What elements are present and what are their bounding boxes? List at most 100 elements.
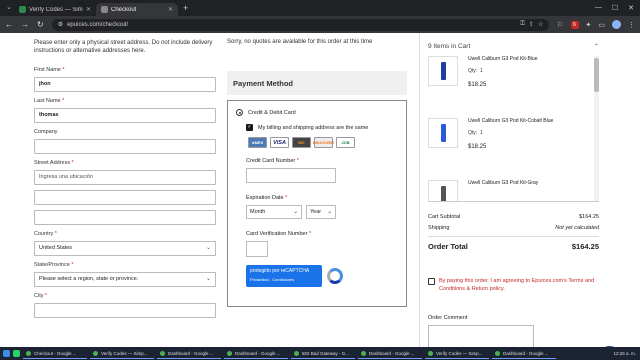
visa-card-icon: VISA xyxy=(270,137,289,148)
month-value: Month xyxy=(250,209,266,215)
close-tab-icon[interactable]: ✕ xyxy=(86,6,91,13)
year-value: Year xyxy=(310,209,322,215)
minimize-icon[interactable]: — xyxy=(595,4,602,12)
checkout-page: Please enter only a physical street addr… xyxy=(0,33,640,347)
recaptcha-privacy-links[interactable]: Privacidad - Condiciones xyxy=(250,277,318,282)
product-thumbnail xyxy=(428,180,458,201)
taskbar-task[interactable]: Dashboard - Google ... xyxy=(224,348,288,359)
tab-verify-codes[interactable]: Verify Codes — SimplyCodes ✕ xyxy=(14,3,96,16)
close-tab-icon[interactable]: ✕ xyxy=(168,6,173,13)
menu-icon[interactable]: ⋮ xyxy=(628,21,635,29)
site-info-icon[interactable]: ⚙ xyxy=(58,21,63,28)
order-comment-label: Order Comment xyxy=(428,315,468,321)
taskbar-task[interactable]: Verify Codes — Simp... xyxy=(90,348,154,359)
extension-icon[interactable]: ⚐ xyxy=(557,21,563,29)
close-window-icon[interactable]: ✕ xyxy=(628,4,634,12)
cart-item: Uwell Caliburn G3 Pod Kit-Cobalt Blue Qt… xyxy=(428,118,599,180)
url-text: epuices.com/checkout/ xyxy=(67,21,129,28)
pod-kit-image xyxy=(440,124,446,142)
cart-item-info: Uwell Caliburn G3 Pod Kit-Blue Qty: 1 $1… xyxy=(468,56,537,118)
extension-badge-icon[interactable]: 6 xyxy=(570,20,579,29)
chrome-icon xyxy=(495,350,500,356)
extensions-area: ⚐ 6 ✦ ▭ ⋮ xyxy=(557,20,635,29)
year-select[interactable]: Year ⌄ xyxy=(306,205,336,219)
taskbar-task[interactable]: Checkout - Google ... xyxy=(23,348,87,359)
company-input[interactable] xyxy=(34,139,216,154)
state-select[interactable]: Please select a region, state or provinc… xyxy=(34,272,216,287)
taskbar-task[interactable]: Dashboard - Google ... xyxy=(358,348,422,359)
taskbar-task[interactable]: Dashboard - Google ... xyxy=(157,348,221,359)
mastercard-card-icon: MC xyxy=(292,137,311,148)
last-name-field-group: Last Name * thomas xyxy=(34,98,216,123)
first-name-input[interactable]: jhon xyxy=(34,77,216,92)
tab-title: Verify Codes — SimplyCodes xyxy=(29,6,83,13)
cart-scrollbar[interactable] xyxy=(594,56,599,201)
cc-number-label: Credit Card Number * xyxy=(246,158,299,164)
tab-title: Checkout xyxy=(111,6,137,13)
address-instructions: Please enter only a physical street addr… xyxy=(34,40,213,54)
chevron-down-icon: ⌄ xyxy=(327,209,332,215)
chevron-up-icon[interactable]: ⌃ xyxy=(594,43,599,50)
recaptcha-text-box[interactable]: protegido por reCAPTCHA Privacidad - Con… xyxy=(246,265,322,287)
tab-search-icon[interactable]: ⌄ xyxy=(4,3,14,13)
chrome-icon xyxy=(428,350,433,356)
product-name: Uwell Caliburn G3 Pod Kit-Cobalt Blue xyxy=(468,118,554,124)
share-icon[interactable]: ⇪ xyxy=(529,21,534,28)
radio-selected-icon[interactable] xyxy=(236,109,243,116)
street-address-line1-input[interactable]: Ingresa una ubicación xyxy=(34,170,216,185)
product-name: Uwell Caliburn G3 Pod Kit-Gray xyxy=(468,180,539,186)
puzzle-icon[interactable]: ✦ xyxy=(586,21,592,29)
taskbar-clock[interactable]: 12:26 a. m. xyxy=(613,351,640,356)
checkbox-checked-icon[interactable]: ✓ xyxy=(246,124,253,131)
credit-card-radio-option[interactable]: Credit & Debit Card xyxy=(236,109,398,116)
tab-checkout[interactable]: Checkout ✕ xyxy=(96,3,178,16)
terms-checkbox[interactable] xyxy=(428,278,435,285)
state-field-group: State/Province * Please select a region,… xyxy=(34,262,216,287)
chevron-down-icon: ⌄ xyxy=(205,245,211,251)
payment-method-heading: Payment Method xyxy=(227,71,407,95)
taskbar-task[interactable]: Verify Codes — Simp... xyxy=(425,348,489,359)
key-icon[interactable]: ⚿ xyxy=(520,21,525,28)
chrome-icon xyxy=(26,350,31,356)
window-controls: — ☐ ✕ xyxy=(595,4,640,12)
whatsapp-icon[interactable] xyxy=(13,350,20,357)
amex-card-icon: AMEX xyxy=(248,137,267,148)
city-input[interactable] xyxy=(34,303,216,318)
maximize-icon[interactable]: ☐ xyxy=(612,4,618,12)
last-name-input[interactable]: thomas xyxy=(34,108,216,123)
page-favicon-icon xyxy=(101,6,108,13)
recaptcha-badge[interactable]: protegido por reCAPTCHA Privacidad - Con… xyxy=(246,265,398,287)
cc-number-input[interactable] xyxy=(246,168,336,183)
cart-item-info: Uwell Caliburn G3 Pod Kit-Cobalt Blue Qt… xyxy=(468,118,553,180)
new-tab-button[interactable]: + xyxy=(183,3,188,13)
terms-agreement[interactable]: By paying this order, I am agreeing to E… xyxy=(428,277,599,293)
street-address-line3-input[interactable] xyxy=(34,210,216,225)
street-field-group: Street Address * Ingresa una ubicación xyxy=(34,160,216,225)
cart-scrollbar-thumb[interactable] xyxy=(594,58,599,92)
cvv-input[interactable] xyxy=(246,241,268,257)
back-icon[interactable]: ← xyxy=(5,20,13,29)
taskbar-task[interactable]: Dashboard - Google ... xyxy=(492,348,556,359)
address-bar[interactable]: ⚙ epuices.com/checkout/ ⚿ ⇪ ☆ xyxy=(51,18,550,31)
shipping-no-quotes-message: Sorry, no quotes are available for this … xyxy=(227,39,373,45)
accepted-cards: AMEX VISA MC DISCOVER JCB xyxy=(248,137,398,148)
country-label: Country * xyxy=(34,231,57,237)
reload-icon[interactable]: ↻ xyxy=(37,20,44,29)
forward-icon[interactable]: → xyxy=(21,20,29,29)
terms-text: By paying this order, I am agreeing to E… xyxy=(439,278,595,292)
taskbar-task[interactable]: 502 Bad Gateway - G... xyxy=(291,348,355,359)
same-address-label: My billing and shipping address are the … xyxy=(258,124,369,131)
month-select[interactable]: Month ⌄ xyxy=(246,205,302,219)
sidebar-icon[interactable]: ▭ xyxy=(598,21,605,29)
same-address-checkbox-row[interactable]: ✓ My billing and shipping address are th… xyxy=(246,124,398,131)
simplycodes-favicon-icon xyxy=(19,6,26,13)
pod-kit-image xyxy=(440,186,446,201)
bookmark-star-icon[interactable]: ☆ xyxy=(538,21,543,28)
start-icon[interactable] xyxy=(3,350,10,357)
order-comment-textarea[interactable] xyxy=(428,325,534,347)
street-address-line2-input[interactable] xyxy=(34,190,216,205)
cart-header[interactable]: 9 Items in Cart ⌃ xyxy=(428,33,599,50)
country-select[interactable]: United States ⌄ xyxy=(34,241,216,256)
cart-item-info: Uwell Caliburn G3 Pod Kit-Gray xyxy=(468,180,539,201)
profile-avatar[interactable] xyxy=(612,20,621,29)
